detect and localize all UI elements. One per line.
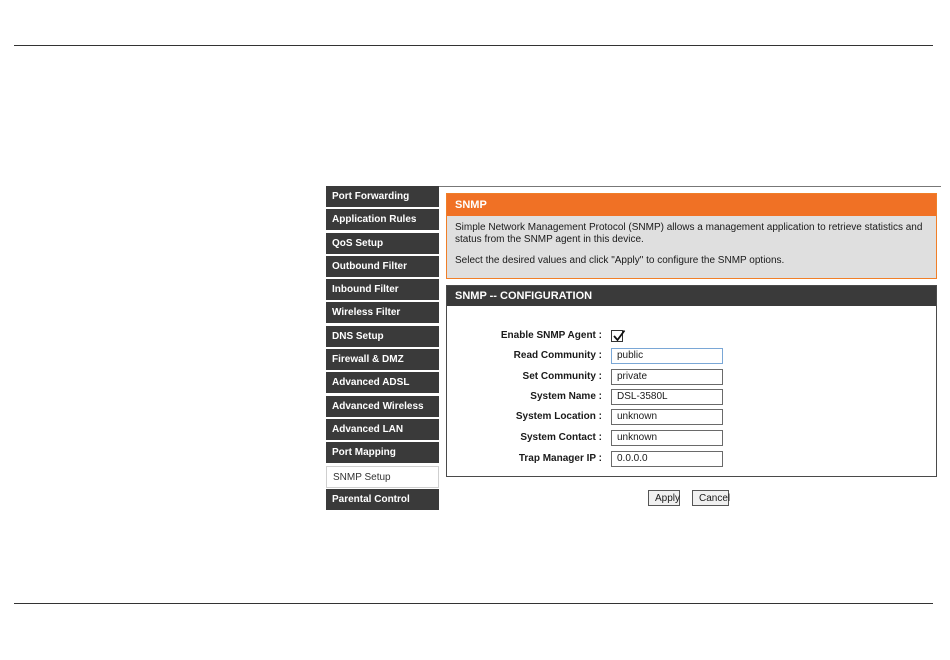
trap-manager-row: Trap Manager IP : 0.0.0.0 xyxy=(447,450,936,468)
system-contact-row: System Contact : unknown xyxy=(447,429,936,447)
snmp-configuration-panel: SNMP -- CONFIGURATION Enable SNMP Agent … xyxy=(446,285,937,477)
system-location-input[interactable]: unknown xyxy=(611,409,723,425)
enable-snmp-checkbox[interactable] xyxy=(611,329,626,342)
advanced-sidebar-menu: Port Forwarding Application Rules QoS Se… xyxy=(326,186,439,512)
enable-snmp-label: Enable SNMP Agent : xyxy=(500,330,602,341)
sidebar-item-firewall-dmz[interactable]: Firewall & DMZ xyxy=(326,349,439,372)
footer-divider xyxy=(14,603,933,604)
sidebar-item-port-forwarding[interactable]: Port Forwarding xyxy=(326,186,439,208)
set-community-input[interactable]: private xyxy=(611,369,723,385)
sidebar-item-wireless-filter[interactable]: Wireless Filter xyxy=(326,302,439,325)
read-community-input[interactable]: public xyxy=(611,348,723,364)
sidebar-item-advanced-lan[interactable]: Advanced LAN xyxy=(326,418,439,441)
snmp-panel-body: Simple Network Management Protocol (SNMP… xyxy=(447,216,936,267)
config-panel-title: SNMP -- CONFIGURATION xyxy=(447,286,936,306)
apply-button[interactable]: Apply xyxy=(648,490,680,506)
snmp-info-panel: SNMP Simple Network Management Protocol … xyxy=(446,193,937,279)
sidebar-item-outbound-filter[interactable]: Outbound Filter xyxy=(326,255,439,278)
read-community-row: Read Community : public xyxy=(447,347,936,365)
snmp-panel-title: SNMP xyxy=(447,194,936,216)
sidebar-item-application-rules[interactable]: Application Rules xyxy=(326,209,439,232)
sidebar-item-snmp-setup[interactable]: SNMP Setup xyxy=(326,465,439,488)
header-divider xyxy=(14,45,933,46)
content-top-divider xyxy=(439,186,941,187)
system-name-label: System Name : xyxy=(530,391,602,402)
system-contact-input[interactable]: unknown xyxy=(611,430,723,446)
system-name-input[interactable]: DSL-3580L xyxy=(611,389,723,405)
sidebar-item-advanced-adsl[interactable]: Advanced ADSL xyxy=(326,372,439,395)
sidebar-item-advanced-wireless[interactable]: Advanced Wireless xyxy=(326,395,439,418)
sidebar-item-parental-control[interactable]: Parental Control xyxy=(326,488,439,511)
trap-manager-input[interactable]: 0.0.0.0 xyxy=(611,451,723,467)
cancel-button[interactable]: Cancel xyxy=(692,490,730,506)
sidebar-item-inbound-filter[interactable]: Inbound Filter xyxy=(326,279,439,302)
snmp-instruction: Select the desired values and click "App… xyxy=(455,255,785,266)
system-name-row: System Name : DSL-3580L xyxy=(447,388,936,406)
set-community-label: Set Community : xyxy=(522,371,602,382)
read-community-label: Read Community : xyxy=(513,350,602,361)
trap-manager-label: Trap Manager IP : xyxy=(518,453,602,464)
system-contact-label: System Contact : xyxy=(520,432,602,443)
sidebar-item-qos-setup[interactable]: QoS Setup xyxy=(326,232,439,255)
enable-snmp-row: Enable SNMP Agent : xyxy=(447,327,936,345)
sidebar-item-dns-setup[interactable]: DNS Setup xyxy=(326,325,439,348)
snmp-description: Simple Network Management Protocol (SNMP… xyxy=(455,222,923,245)
system-location-label: System Location : xyxy=(515,411,602,422)
system-location-row: System Location : unknown xyxy=(447,408,936,426)
sidebar-item-port-mapping[interactable]: Port Mapping xyxy=(326,442,439,465)
set-community-row: Set Community : private xyxy=(447,368,936,386)
checkmark-icon xyxy=(613,329,626,342)
